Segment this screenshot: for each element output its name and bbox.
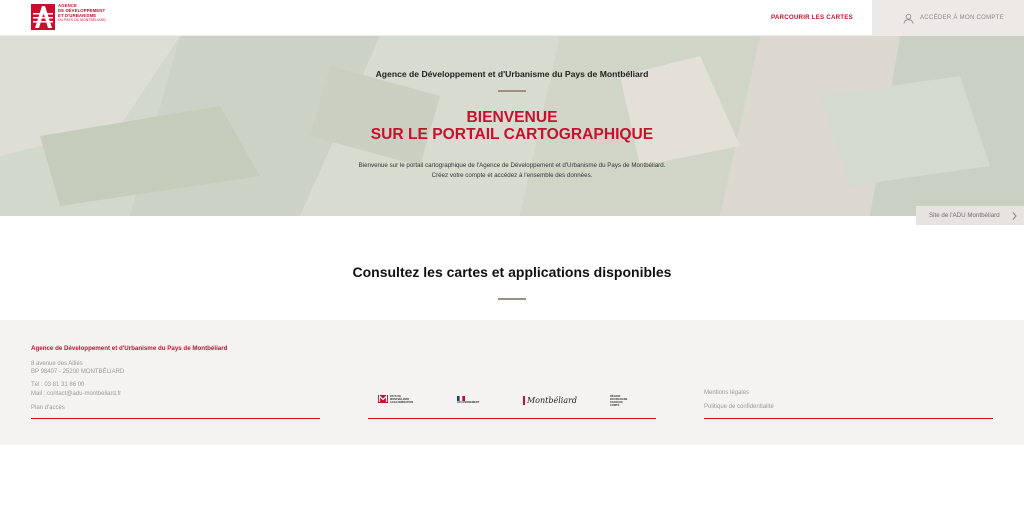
footer-address-line-2: BP 98407 - 25200 MONTBÉLIARD [31,369,125,375]
hero-divider [498,90,526,92]
hero-description-line-2: Créez votre compte et accédez à l'ensemb… [431,172,593,179]
maps-section-title: Consultez les cartes et applications dis… [352,264,672,280]
agency-logo-mark [31,4,55,30]
site-header: Agence de développement et d'urbanisme d… [0,0,1024,36]
pays-montbeliard-label: Pays de Montbéliard Agglomération [390,394,414,404]
account-button[interactable]: ACCÉDER À MON COMPTE [872,0,1024,36]
montbeliard-wordmark: Montbéliard [522,395,577,405]
footer-col3-divider [704,418,993,419]
adu-site-link-label: Site de l'ADU Montbéliard [929,212,1000,219]
hero-title-line-2: SUR LE PORTAIL CARTOGRAPHIQUE [370,126,654,143]
hero-content: Agence de Développement et d'Urbanisme d… [0,36,1024,216]
adu-site-link[interactable]: Site de l'ADU Montbéliard [916,206,1024,225]
logo-line-4: du pays de Montbéliard [58,18,106,23]
footer-email-link[interactable]: Mail : contact@adu-montbeliard.fr [31,390,121,398]
region-line-4: COMTÉ [610,404,620,407]
partner-logo-pays-montbeliard[interactable]: Pays de Montbéliard Agglomération [377,392,417,406]
agency-logo[interactable]: Agence de développement et d'urbanisme d… [31,3,118,30]
partner-logo-montbeliard[interactable]: Montbéliard [522,392,577,408]
hero-description-line-1: Bienvenue sur le portail cartographique … [358,162,666,169]
footer-phone: Tél : 03 81 31 86 00 [31,382,85,388]
gouvernement-label: GOUVERNEMENT [457,401,480,404]
footer-address-line-1: 8 avenue des Alliés [31,361,83,367]
footer-col2-divider [368,418,656,419]
logo-wordmark: Agence de développement et d'urbanisme d… [58,3,118,23]
partner-logo-region-bfc[interactable]: RÉGION BOURGOGNE FRANCHE COMTÉ [610,390,642,412]
user-icon [903,13,914,24]
hero-description: Bienvenue sur le portail cartographique … [0,161,1024,181]
nav-browse-maps[interactable]: PARCOURIR LES CARTES [771,14,853,21]
section-divider [498,298,526,300]
hero-agency-name: Agence de Développement et d'Urbanisme d… [375,69,649,79]
partner-logo-gouvernement[interactable]: GOUVERNEMENT [457,392,489,408]
footer-agency-name: Agence de Développement et d'Urbanisme d… [31,345,228,352]
hero-title: BIENVENUE SUR LE PORTAIL CARTOGRAPHIQUE [0,109,1024,143]
footer-access-plan-link[interactable]: Plan d'accès [31,404,65,412]
account-button-label: ACCÉDER À MON COMPTE [920,15,1005,21]
privacy-policy-link[interactable]: Politique de confidentialité [704,404,774,410]
chevron-right-icon [1012,211,1017,220]
footer-col1-divider [31,418,320,419]
hero-banner: Agence de Développement et d'Urbanisme d… [0,36,1024,216]
pays-montbeliard-m-icon [378,395,388,403]
legal-notice-link[interactable]: Mentions légales [704,390,749,396]
hero-title-line-1: BIENVENUE [466,109,558,126]
site-footer: Agence de Développement et d'Urbanisme d… [0,320,1024,445]
